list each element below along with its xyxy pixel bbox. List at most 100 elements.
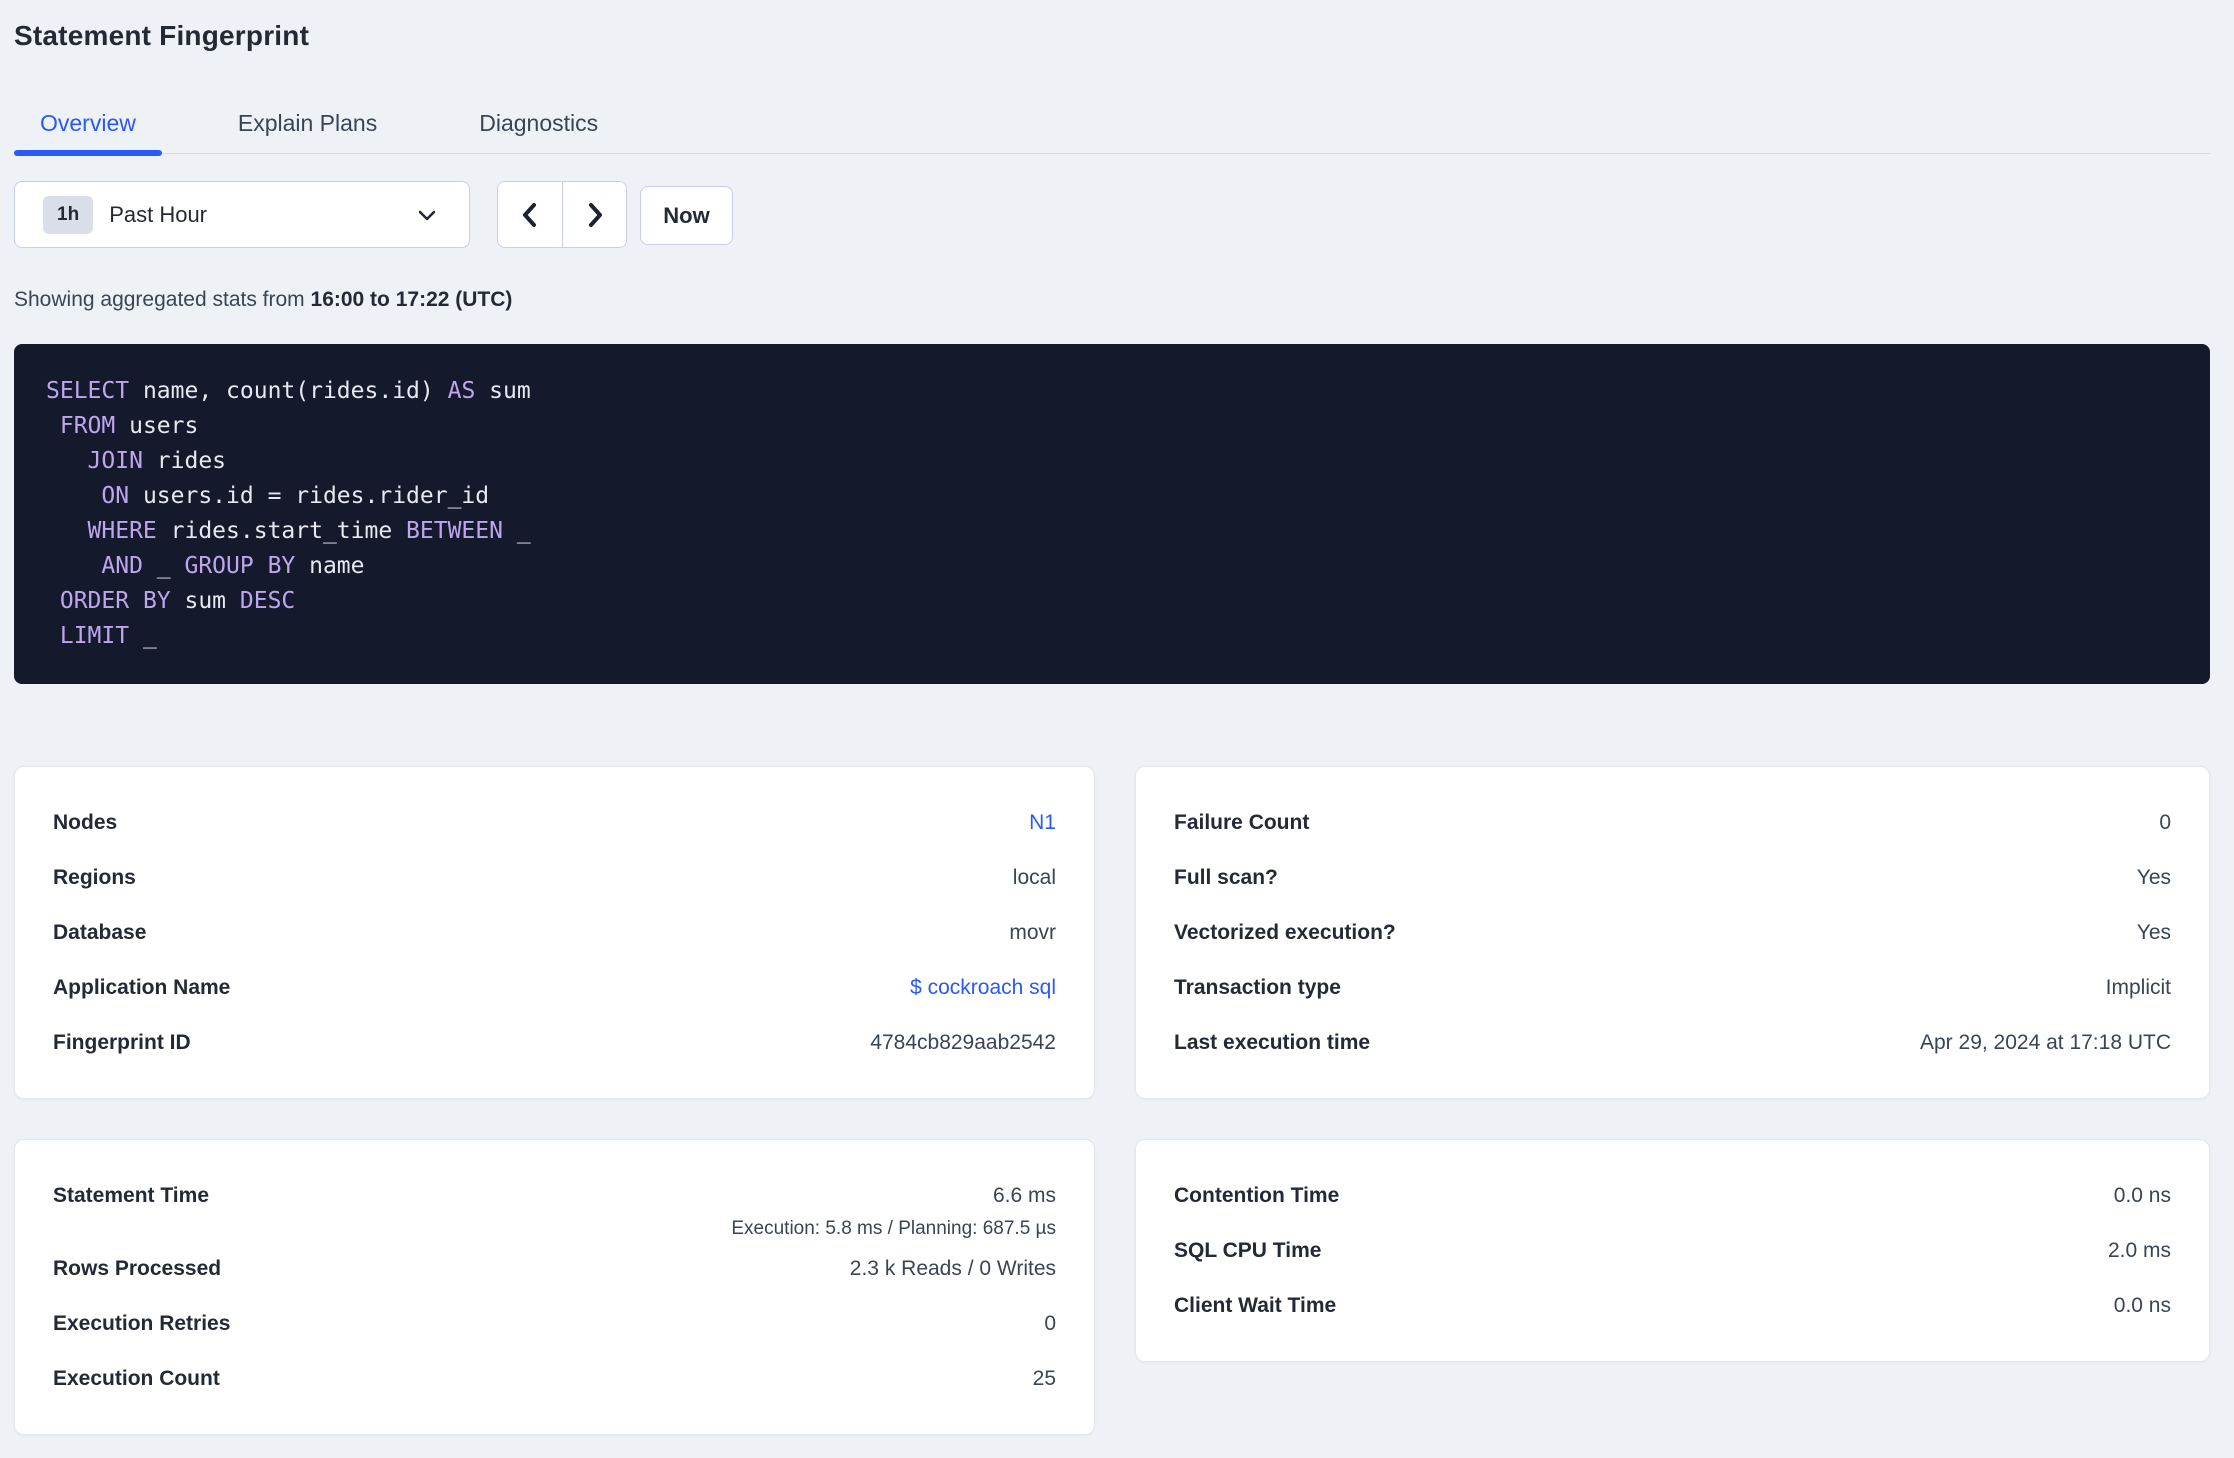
tab-overview[interactable]: Overview xyxy=(14,100,162,156)
row-value-wrap: 25 xyxy=(1033,1365,1056,1392)
row-value-wrap: Yes xyxy=(2137,864,2171,891)
next-time-button[interactable] xyxy=(562,182,626,247)
card-row-failure-count: Failure Count 0 xyxy=(1174,795,2171,850)
now-button[interactable]: Now xyxy=(640,186,733,245)
statement-details-card: Nodes N1 Regions local Database movr Applicati… xyxy=(14,766,1095,1099)
row-value-wrap: 2.3 k Reads / 0 Writes xyxy=(850,1255,1056,1282)
row-value: Implicit xyxy=(2105,976,2171,999)
row-label: Database xyxy=(53,921,147,944)
card-row-client-wait-time: Client Wait Time 0.0 ns xyxy=(1174,1278,2171,1333)
card-row-full-scan: Full scan? Yes xyxy=(1174,850,2171,905)
sql-keyword: GROUP BY xyxy=(184,553,296,579)
card-row-sql-cpu-time: SQL CPU Time 2.0 ms xyxy=(1174,1223,2171,1278)
sql-keyword: SELECT xyxy=(46,378,130,404)
sql-keyword: ORDER BY xyxy=(59,588,171,614)
row-value-link[interactable]: N1 xyxy=(1029,811,1056,834)
row-value-wrap: Apr 29, 2024 at 17:18 UTC xyxy=(1920,1029,2171,1056)
sql-text: users xyxy=(115,413,199,439)
row-label: Application Name xyxy=(53,976,231,999)
row-value-wrap: local xyxy=(1013,864,1056,891)
row-value: Apr 29, 2024 at 17:18 UTC xyxy=(1920,1031,2171,1054)
row-value-wrap: 6.6 ms Execution: 5.8 ms / Planning: 687.… xyxy=(731,1182,1056,1241)
row-value: Yes xyxy=(2136,866,2171,889)
sql-keyword: AND xyxy=(101,553,143,579)
tab-diagnostics[interactable]: Diagnostics xyxy=(453,100,624,153)
statement-timing-card: Statement Time 6.6 ms Execution: 5.8 ms / … xyxy=(14,1139,1095,1435)
chevron-down-icon xyxy=(415,203,439,227)
sql-text: _ xyxy=(129,623,157,649)
row-label: Last execution time xyxy=(1174,1031,1371,1054)
aggregated-stats-caption: Showing aggregated stats from 16:00 to 1… xyxy=(14,288,2210,312)
card-row-execution-retries: Execution Retries 0 xyxy=(53,1296,1056,1351)
sql-text: name xyxy=(295,553,365,579)
prev-time-button[interactable] xyxy=(498,182,562,247)
sql-keyword: JOIN xyxy=(87,448,143,474)
card-row-last-execution-time: Last execution time Apr 29, 2024 at 17:18… xyxy=(1174,1015,2171,1070)
statement-fingerprint-page: Statement Fingerprint Overview Explain Pl… xyxy=(0,0,2234,1435)
tab-explain-plans[interactable]: Explain Plans xyxy=(212,100,403,153)
row-value-wrap: N1 xyxy=(1029,809,1056,836)
row-label: Statement Time xyxy=(53,1184,209,1207)
card-row-rows-processed: Rows Processed 2.3 k Reads / 0 Writes xyxy=(53,1241,1056,1296)
sql-text: sum xyxy=(170,588,240,614)
row-value-wrap: 0 xyxy=(2159,809,2171,836)
row-value-wrap: 4784cb829aab2542 xyxy=(870,1029,1056,1056)
card-row-transaction-type: Transaction type Implicit xyxy=(1174,960,2171,1015)
row-label: Execution Count xyxy=(53,1367,220,1390)
time-range-label: Past Hour xyxy=(109,201,208,227)
card-row-application-name: Application Name $ cockroach sql xyxy=(53,960,1056,1015)
sql-keyword: BETWEEN xyxy=(406,518,503,544)
sql-text: rides.start_time xyxy=(156,518,407,544)
stats-range: 16:00 to 17:22 (UTC) xyxy=(310,288,513,311)
row-value-wrap: 2.0 ms xyxy=(2108,1237,2171,1264)
sql-text: name, count(rides.id) xyxy=(129,378,448,404)
sql-keyword: DESC xyxy=(239,588,296,614)
sql-text: users.id = rides.rider_id xyxy=(129,483,490,509)
row-label: Full scan? xyxy=(1174,866,1278,889)
row-value: 2.0 ms xyxy=(2107,1239,2171,1262)
row-label: Nodes xyxy=(53,811,118,834)
row-value: 0.0 ns xyxy=(2113,1184,2171,1207)
card-row-execution-count: Execution Count 25 xyxy=(53,1351,1056,1406)
row-label: Vectorized execution? xyxy=(1174,921,1396,944)
row-value: 4784cb829aab2542 xyxy=(870,1031,1056,1054)
sql-statement-text: SELECT name, count(rides.id) AS sum FROM… xyxy=(46,374,2178,654)
sql-keyword: LIMIT xyxy=(59,623,130,649)
row-value: 6.6 ms xyxy=(992,1184,1056,1207)
sql-keyword: WHERE xyxy=(87,518,157,544)
row-value-wrap: 0.0 ns xyxy=(2114,1182,2171,1209)
row-value-wrap: movr xyxy=(1009,919,1056,946)
chevron-left-icon xyxy=(517,200,543,230)
card-row-vectorized-execution: Vectorized execution? Yes xyxy=(1174,905,2171,960)
wait-time-card: Contention Time 0.0 ns SQL CPU Time 2.0 ms C… xyxy=(1135,1139,2210,1362)
row-value: 0 xyxy=(1044,1312,1056,1335)
sql-keyword: AS xyxy=(447,378,476,404)
time-range-dropdown[interactable]: 1h Past Hour xyxy=(14,181,470,248)
row-value-link[interactable]: $ cockroach sql xyxy=(910,976,1056,999)
row-value: local xyxy=(1012,866,1056,889)
sql-keyword: FROM xyxy=(59,413,116,439)
tab-bar: Overview Explain Plans Diagnostics xyxy=(14,100,2210,156)
sql-text: _ xyxy=(142,553,185,579)
time-range-badge: 1h xyxy=(43,195,94,234)
row-value: 0 xyxy=(2159,811,2171,834)
row-label: Rows Processed xyxy=(53,1257,222,1280)
row-label: Contention Time xyxy=(1174,1184,1340,1207)
row-value-wrap: 0 xyxy=(1044,1310,1056,1337)
row-value: 2.3 k Reads / 0 Writes xyxy=(849,1257,1056,1280)
row-value-wrap: $ cockroach sql xyxy=(910,974,1056,1001)
card-row-regions: Regions local xyxy=(53,850,1056,905)
row-value: Yes xyxy=(2136,921,2171,944)
sql-text: sum xyxy=(475,378,531,404)
card-row-statement-time: Statement Time 6.6 ms Execution: 5.8 ms / … xyxy=(53,1168,1056,1241)
chevron-right-icon xyxy=(582,200,608,230)
sql-statement-box: SELECT name, count(rides.id) AS sum FROM… xyxy=(14,344,2210,684)
row-label: Failure Count xyxy=(1174,811,1310,834)
